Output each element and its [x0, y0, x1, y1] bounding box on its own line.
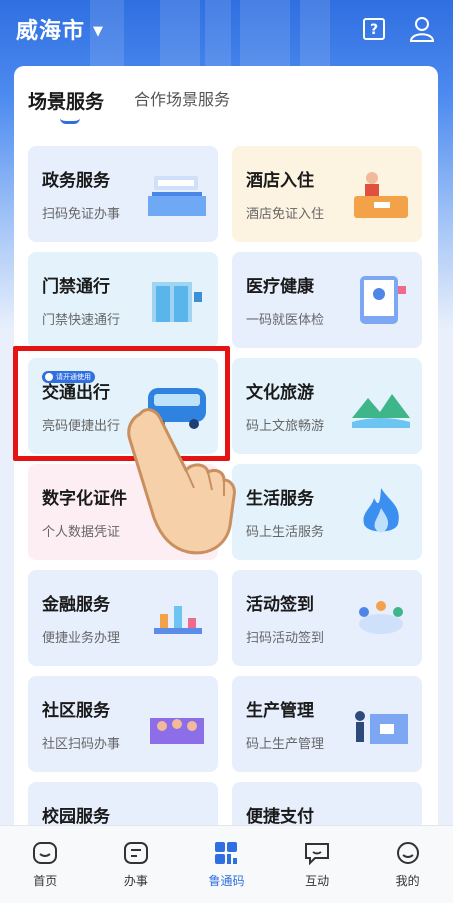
city-selector[interactable]: 威海市: [16, 13, 85, 45]
hotel-reception-illustration: [354, 172, 408, 218]
code-grid-icon: [215, 842, 238, 864]
card-financial-services[interactable]: 金融服务 便捷业务办理: [28, 570, 218, 666]
card-life-services[interactable]: 生活服务 码上生活服务: [232, 464, 422, 560]
pointing-hand-icon: [127, 408, 236, 555]
profile-icon: [396, 842, 419, 864]
card-access-control[interactable]: 门禁通行 门禁快速通行: [28, 252, 218, 348]
card-medical-health[interactable]: 医疗健康 一码就医体检: [232, 252, 422, 348]
production-illustration: [355, 711, 408, 744]
top-bar: 威海市 ▼ ?: [0, 0, 453, 58]
access-gate-illustration: [152, 282, 202, 322]
nav-home[interactable]: 首页: [10, 840, 80, 889]
nav-mine[interactable]: 我的: [373, 840, 443, 889]
user-icon[interactable]: [407, 14, 437, 44]
tasks-icon: [123, 842, 148, 864]
card-culture-tourism[interactable]: 文化旅游 码上文旅畅游: [232, 358, 422, 454]
chat-icon: [305, 843, 330, 866]
tab-partner-scene-services[interactable]: 合作场景服务: [134, 86, 230, 144]
card-government-services[interactable]: 政务服务 扫码免证办事: [28, 146, 218, 242]
card-hotel-check-in[interactable]: 酒店入住 酒店免证入住: [232, 146, 422, 242]
caret-down-icon[interactable]: ▼: [93, 24, 103, 39]
active-tab-indicator: [60, 118, 80, 124]
flame-illustration: [363, 488, 399, 533]
tab-scene-services[interactable]: 场景服务: [28, 87, 104, 144]
nav-tasks[interactable]: 办事: [101, 840, 171, 889]
finance-illustration: [154, 606, 202, 634]
service-hall-illustration: [148, 176, 206, 216]
nav-lutongma[interactable]: 鲁通码: [191, 840, 261, 889]
medical-illustration: [360, 276, 406, 324]
activation-badge: 请开通使用: [42, 371, 95, 383]
meeting-illustration: [359, 601, 403, 634]
card-event-check-in[interactable]: 活动签到 扫码活动签到: [232, 570, 422, 666]
nav-interaction[interactable]: 互动: [282, 840, 352, 889]
bottom-navigation: 首页 办事 鲁通码 互动 我的: [0, 825, 453, 903]
community-illustration: [150, 718, 204, 744]
help-icon[interactable]: ?: [359, 14, 389, 44]
card-production-management[interactable]: 生产管理 码上生产管理: [232, 676, 422, 772]
tab-bar: 场景服务 合作场景服务: [14, 66, 438, 144]
home-icon: [33, 842, 58, 864]
svg-text:?: ?: [370, 22, 378, 38]
card-community-services[interactable]: 社区服务 社区扫码办事: [28, 676, 218, 772]
mountain-illustration: [352, 394, 410, 428]
